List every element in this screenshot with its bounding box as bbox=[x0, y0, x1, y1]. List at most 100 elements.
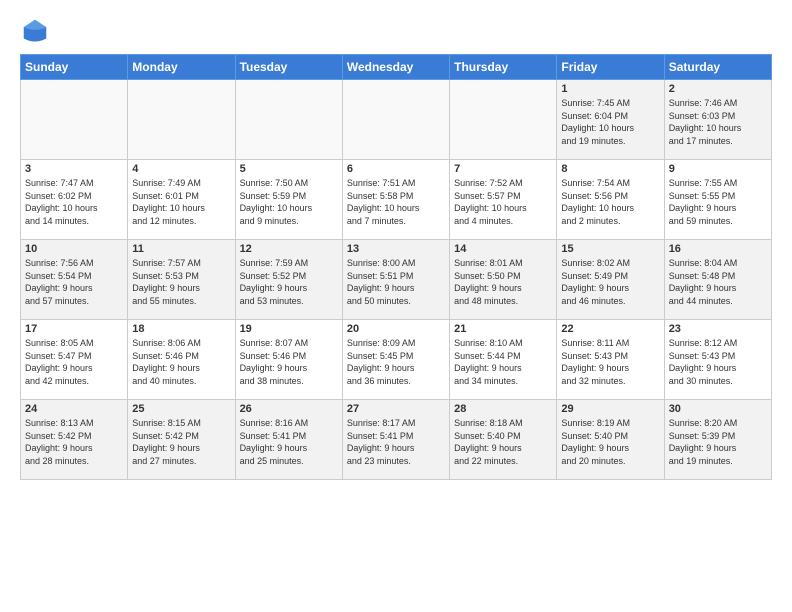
day-info: Sunrise: 8:15 AM Sunset: 5:42 PM Dayligh… bbox=[132, 417, 230, 467]
calendar-cell: 25 Sunrise: 8:15 AM Sunset: 5:42 PM Dayli… bbox=[128, 400, 235, 480]
column-header-wednesday: Wednesday bbox=[342, 55, 449, 80]
day-info: Sunrise: 8:19 AM Sunset: 5:40 PM Dayligh… bbox=[561, 417, 659, 467]
day-info: Sunrise: 8:11 AM Sunset: 5:43 PM Dayligh… bbox=[561, 337, 659, 387]
calendar-cell: 19Sunrise: 8:07 AM Sunset: 5:46 PM Dayli… bbox=[235, 320, 342, 400]
day-info: Sunrise: 8:17 AM Sunset: 5:41 PM Dayligh… bbox=[347, 417, 445, 467]
column-header-saturday: Saturday bbox=[664, 55, 771, 80]
day-info: Sunrise: 7:46 AM Sunset: 6:03 PM Dayligh… bbox=[669, 97, 767, 147]
day-number: 20 bbox=[347, 323, 445, 335]
calendar-cell bbox=[342, 80, 449, 160]
column-header-tuesday: Tuesday bbox=[235, 55, 342, 80]
day-number: 6 bbox=[347, 163, 445, 175]
calendar-cell: 16 Sunrise: 8:04 AM Sunset: 5:48 PM Dayli… bbox=[664, 240, 771, 320]
calendar-cell: 8 Sunrise: 7:54 AM Sunset: 5:56 PM Daylig… bbox=[557, 160, 664, 240]
day-number: 27 bbox=[347, 403, 445, 415]
calendar-cell: 22 Sunrise: 8:11 AM Sunset: 5:43 PM Dayli… bbox=[557, 320, 664, 400]
day-number: 2 bbox=[669, 83, 767, 95]
day-number: 9 bbox=[669, 163, 767, 175]
day-number: 22 bbox=[561, 323, 659, 335]
column-header-monday: Monday bbox=[128, 55, 235, 80]
calendar-cell: 30 Sunrise: 8:20 AM Sunset: 5:39 PM Dayli… bbox=[664, 400, 771, 480]
header bbox=[20, 16, 772, 46]
calendar-cell: 5Sunrise: 7:50 AM Sunset: 5:59 PM Daylig… bbox=[235, 160, 342, 240]
calendar-cell: 7 Sunrise: 7:52 AM Sunset: 5:57 PM Daylig… bbox=[450, 160, 557, 240]
day-info: Sunrise: 8:02 AM Sunset: 5:49 PM Dayligh… bbox=[561, 257, 659, 307]
day-number: 29 bbox=[561, 403, 659, 415]
calendar-cell: 6 Sunrise: 7:51 AM Sunset: 5:58 PM Daylig… bbox=[342, 160, 449, 240]
day-info: Sunrise: 8:01 AM Sunset: 5:50 PM Dayligh… bbox=[454, 257, 552, 307]
day-number: 12 bbox=[240, 243, 338, 255]
day-number: 17 bbox=[25, 323, 123, 335]
day-number: 24 bbox=[25, 403, 123, 415]
calendar-cell: 12 Sunrise: 7:59 AM Sunset: 5:52 PM Dayli… bbox=[235, 240, 342, 320]
day-info: Sunrise: 8:06 AM Sunset: 5:46 PM Dayligh… bbox=[132, 337, 230, 387]
day-info: Sunrise: 8:12 AM Sunset: 5:43 PM Dayligh… bbox=[669, 337, 767, 387]
day-info: Sunrise: 7:56 AM Sunset: 5:54 PM Dayligh… bbox=[25, 257, 123, 307]
calendar-cell: 3 Sunrise: 7:47 AM Sunset: 6:02 PM Daylig… bbox=[21, 160, 128, 240]
day-info: Sunrise: 8:04 AM Sunset: 5:48 PM Dayligh… bbox=[669, 257, 767, 307]
day-info: Sunrise: 7:52 AM Sunset: 5:57 PM Dayligh… bbox=[454, 177, 552, 227]
calendar-cell: 13Sunrise: 8:00 AM Sunset: 5:51 PM Dayli… bbox=[342, 240, 449, 320]
day-number: 10 bbox=[25, 243, 123, 255]
calendar-cell: 14 Sunrise: 8:01 AM Sunset: 5:50 PM Dayli… bbox=[450, 240, 557, 320]
day-info: Sunrise: 7:54 AM Sunset: 5:56 PM Dayligh… bbox=[561, 177, 659, 227]
page: SundayMondayTuesdayWednesdayThursdayFrid… bbox=[0, 0, 792, 612]
calendar-cell: 20 Sunrise: 8:09 AM Sunset: 5:45 PM Dayli… bbox=[342, 320, 449, 400]
calendar-cell: 21 Sunrise: 8:10 AM Sunset: 5:44 PM Dayli… bbox=[450, 320, 557, 400]
day-info: Sunrise: 8:09 AM Sunset: 5:45 PM Dayligh… bbox=[347, 337, 445, 387]
day-number: 1 bbox=[561, 83, 659, 95]
column-header-thursday: Thursday bbox=[450, 55, 557, 80]
calendar-cell: 10 Sunrise: 7:56 AM Sunset: 5:54 PM Dayli… bbox=[21, 240, 128, 320]
day-info: Sunrise: 7:51 AM Sunset: 5:58 PM Dayligh… bbox=[347, 177, 445, 227]
day-info: Sunrise: 7:55 AM Sunset: 5:55 PM Dayligh… bbox=[669, 177, 767, 227]
day-info: Sunrise: 7:47 AM Sunset: 6:02 PM Dayligh… bbox=[25, 177, 123, 227]
calendar-cell bbox=[21, 80, 128, 160]
day-number: 25 bbox=[132, 403, 230, 415]
calendar-cell bbox=[450, 80, 557, 160]
calendar-cell: 15 Sunrise: 8:02 AM Sunset: 5:49 PM Dayli… bbox=[557, 240, 664, 320]
calendar-cell bbox=[128, 80, 235, 160]
calendar-cell: 1 Sunrise: 7:45 AM Sunset: 6:04 PM Daylig… bbox=[557, 80, 664, 160]
day-number: 21 bbox=[454, 323, 552, 335]
calendar-cell: 27 Sunrise: 8:17 AM Sunset: 5:41 PM Dayli… bbox=[342, 400, 449, 480]
day-number: 18 bbox=[132, 323, 230, 335]
day-info: Sunrise: 7:49 AM Sunset: 6:01 PM Dayligh… bbox=[132, 177, 230, 227]
day-number: 14 bbox=[454, 243, 552, 255]
day-number: 3 bbox=[25, 163, 123, 175]
calendar-week-5: 24 Sunrise: 8:13 AM Sunset: 5:42 PM Dayli… bbox=[21, 400, 772, 480]
day-info: Sunrise: 8:13 AM Sunset: 5:42 PM Dayligh… bbox=[25, 417, 123, 467]
day-number: 7 bbox=[454, 163, 552, 175]
day-info: Sunrise: 8:16 AM Sunset: 5:41 PM Dayligh… bbox=[240, 417, 338, 467]
day-number: 8 bbox=[561, 163, 659, 175]
calendar-cell: 9 Sunrise: 7:55 AM Sunset: 5:55 PM Daylig… bbox=[664, 160, 771, 240]
day-number: 13 bbox=[347, 243, 445, 255]
day-info: Sunrise: 8:20 AM Sunset: 5:39 PM Dayligh… bbox=[669, 417, 767, 467]
day-info: Sunrise: 7:57 AM Sunset: 5:53 PM Dayligh… bbox=[132, 257, 230, 307]
day-number: 15 bbox=[561, 243, 659, 255]
day-info: Sunrise: 8:18 AM Sunset: 5:40 PM Dayligh… bbox=[454, 417, 552, 467]
calendar-week-3: 10 Sunrise: 7:56 AM Sunset: 5:54 PM Dayli… bbox=[21, 240, 772, 320]
day-number: 16 bbox=[669, 243, 767, 255]
column-header-sunday: Sunday bbox=[21, 55, 128, 80]
day-number: 28 bbox=[454, 403, 552, 415]
calendar-cell: 11 Sunrise: 7:57 AM Sunset: 5:53 PM Dayli… bbox=[128, 240, 235, 320]
calendar-cell: 28 Sunrise: 8:18 AM Sunset: 5:40 PM Dayli… bbox=[450, 400, 557, 480]
calendar-cell bbox=[235, 80, 342, 160]
day-info: Sunrise: 8:07 AM Sunset: 5:46 PM Dayligh… bbox=[240, 337, 338, 387]
calendar-cell: 24 Sunrise: 8:13 AM Sunset: 5:42 PM Dayli… bbox=[21, 400, 128, 480]
day-info: Sunrise: 8:05 AM Sunset: 5:47 PM Dayligh… bbox=[25, 337, 123, 387]
day-info: Sunrise: 7:59 AM Sunset: 5:52 PM Dayligh… bbox=[240, 257, 338, 307]
calendar-week-2: 3 Sunrise: 7:47 AM Sunset: 6:02 PM Daylig… bbox=[21, 160, 772, 240]
day-info: Sunrise: 7:50 AM Sunset: 5:59 PM Dayligh… bbox=[240, 177, 338, 227]
day-number: 11 bbox=[132, 243, 230, 255]
calendar-cell: 2 Sunrise: 7:46 AM Sunset: 6:03 PM Daylig… bbox=[664, 80, 771, 160]
logo bbox=[20, 16, 54, 46]
calendar-cell: 26 Sunrise: 8:16 AM Sunset: 5:41 PM Dayli… bbox=[235, 400, 342, 480]
day-info: Sunrise: 8:10 AM Sunset: 5:44 PM Dayligh… bbox=[454, 337, 552, 387]
calendar-cell: 17 Sunrise: 8:05 AM Sunset: 5:47 PM Dayli… bbox=[21, 320, 128, 400]
day-number: 26 bbox=[240, 403, 338, 415]
calendar-cell: 18 Sunrise: 8:06 AM Sunset: 5:46 PM Dayli… bbox=[128, 320, 235, 400]
day-number: 30 bbox=[669, 403, 767, 415]
calendar-week-4: 17 Sunrise: 8:05 AM Sunset: 5:47 PM Dayli… bbox=[21, 320, 772, 400]
day-info: Sunrise: 7:45 AM Sunset: 6:04 PM Dayligh… bbox=[561, 97, 659, 147]
